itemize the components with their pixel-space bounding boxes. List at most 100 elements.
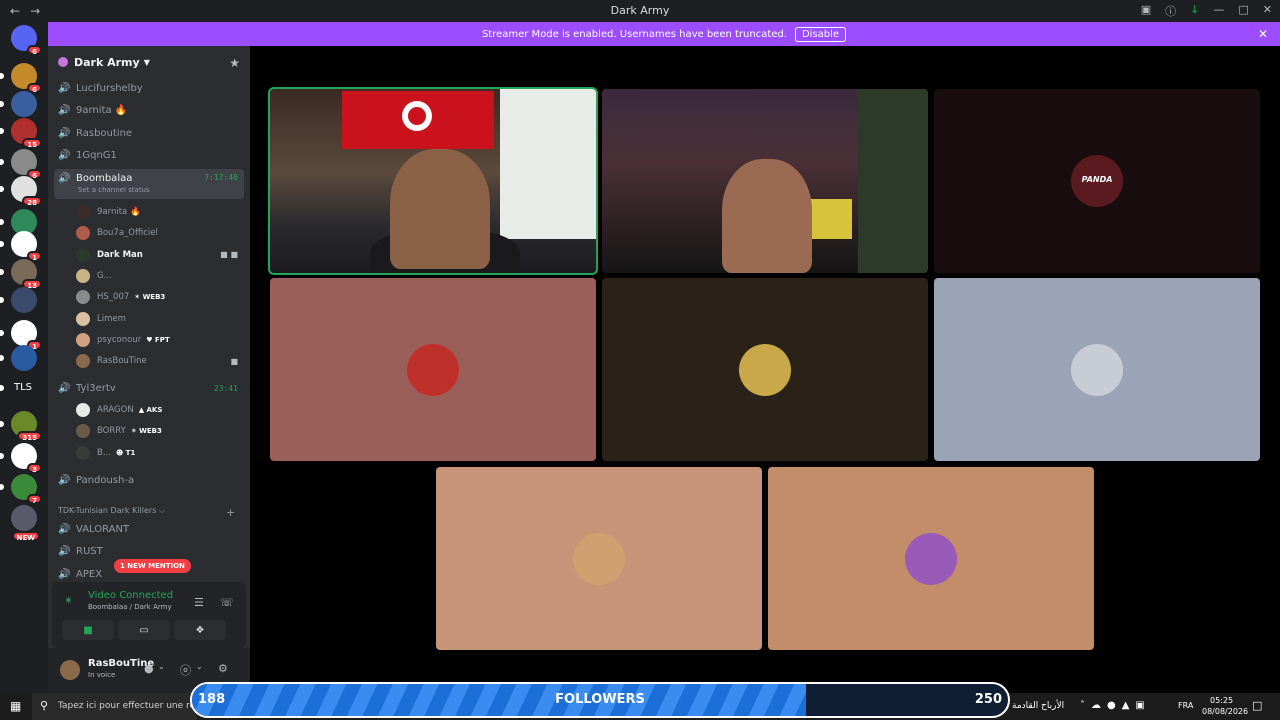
voice-user[interactable]: Limem	[76, 309, 244, 329]
avatar	[76, 247, 90, 262]
server-icon[interactable]: 3	[0, 443, 42, 474]
noise-suppression-icon[interactable]: ☰	[194, 596, 204, 609]
voice-user[interactable]: RasBouTine ■	[76, 351, 244, 371]
avatar	[905, 532, 957, 585]
voice-channel[interactable]: 🔊 Lucifurshelby	[54, 77, 244, 99]
unread-pip	[0, 385, 4, 391]
voice-channel[interactable]: 🔊 Rasboutine	[54, 122, 244, 144]
avatar	[76, 268, 90, 283]
voice-user[interactable]: B... ☻ T1	[76, 443, 244, 463]
unread-pip	[0, 128, 4, 134]
microphone-icon[interactable]: ●	[144, 662, 154, 675]
headphones-icon[interactable]: ⓞ	[180, 662, 191, 678]
screen-share-button[interactable]: ▭	[118, 620, 170, 640]
channel-name: 1GqnG1	[76, 150, 117, 161]
system-tray-icons[interactable]: ˄☁●▲▣	[1080, 700, 1151, 711]
activities-button[interactable]: ❖	[174, 620, 226, 640]
clock-date[interactable]: 08/08/2026	[1202, 707, 1248, 716]
gear-icon[interactable]: ⚙	[218, 662, 228, 675]
banner-text: Streamer Mode is enabled. Usernames have…	[481, 28, 787, 40]
clock-time[interactable]: 05:25	[1210, 696, 1233, 705]
server-icon[interactable]	[0, 91, 37, 117]
server-icon[interactable]: TLS	[0, 375, 37, 401]
maximize-icon[interactable]: □	[1238, 3, 1248, 19]
server-icon[interactable]: 13	[0, 259, 42, 290]
server-icon[interactable]	[0, 345, 37, 371]
windows-start-icon[interactable]: ▦	[10, 699, 21, 713]
soundboard-button[interactable]	[230, 620, 242, 640]
voice-user[interactable]: Bou7a_Officiel	[76, 223, 244, 243]
voice-channel[interactable]: 🔊 Tyl3ertv 23:41	[54, 377, 244, 399]
speaker-icon: 🔊	[58, 127, 71, 139]
avatar-tile[interactable]	[934, 278, 1260, 461]
avatar	[739, 343, 791, 396]
unread-pip	[0, 101, 4, 107]
category-header[interactable]: TDK-Tunisian Dark Killers ⌵ +	[58, 506, 235, 519]
server-icon[interactable]: 6	[11, 25, 42, 56]
followers-label: FOLLOWERS	[555, 692, 645, 707]
server-icon[interactable]: 1	[0, 320, 42, 351]
wall-image	[858, 89, 928, 273]
avatar-tile[interactable]: PANDA	[934, 89, 1260, 273]
minimize-icon[interactable]: —	[1213, 3, 1224, 19]
avatar-tile[interactable]	[270, 278, 596, 461]
server-icon[interactable]: NEW	[11, 505, 40, 542]
close-window-icon[interactable]: ✕	[1263, 3, 1272, 19]
voice-user[interactable]: Dark Man ■ ■	[76, 245, 244, 265]
search-input[interactable]: Tapez ici pour effectuer une re	[58, 701, 195, 711]
chevron-down-icon[interactable]: ⌄	[196, 662, 203, 671]
server-header[interactable]: Dark Army ▼ ★	[48, 46, 250, 78]
avatar	[76, 226, 90, 241]
voice-channel[interactable]: 🔊 1GqnG1	[54, 145, 244, 167]
add-member-icon[interactable]: ★	[229, 56, 240, 70]
news-widget[interactable]: الأرباح القادمة	[1012, 701, 1064, 711]
channel-status[interactable]: Set a channel status	[78, 186, 150, 194]
server-icon[interactable]: 15	[0, 118, 42, 149]
user-name: ARAGON	[97, 405, 134, 415]
video-tile[interactable]	[268, 87, 598, 275]
camera-button[interactable]: ■	[62, 620, 114, 640]
voice-user[interactable]: HS_007 ✶ WEB3	[76, 287, 244, 307]
server-initials: TLS	[14, 382, 33, 393]
server-icon[interactable]: 6	[0, 149, 42, 180]
server-icon[interactable]: 7	[0, 474, 42, 505]
voice-user[interactable]: 9arnita 🔥	[76, 202, 244, 222]
avatar-tile[interactable]	[602, 278, 928, 461]
voice-channel[interactable]: 🔊 VALORANT	[54, 518, 244, 540]
server-icon[interactable]: 6	[0, 63, 42, 94]
inbox-icon[interactable]: ▣	[1141, 3, 1151, 19]
server-icon[interactable]: 315	[0, 411, 42, 442]
video-tile[interactable]	[602, 89, 928, 273]
voice-user[interactable]: BORRY ✶ WEB3	[76, 421, 244, 441]
video-grid: PANDA	[250, 46, 1280, 693]
avatar-tile[interactable]	[768, 467, 1094, 650]
chevron-down-icon[interactable]: ⌄	[158, 662, 165, 671]
back-arrow-icon[interactable]: ←	[10, 4, 20, 18]
voice-channel[interactable]: Boombalaa / Dark Army	[88, 603, 172, 611]
voice-channel[interactable]: 🔊 9arnita 🔥	[54, 100, 244, 122]
window-title: Dark Army	[610, 4, 670, 17]
server-icon[interactable]: 28	[0, 176, 42, 207]
server-icon[interactable]: 1	[0, 231, 42, 262]
avatar	[76, 311, 90, 326]
avatar	[76, 205, 90, 219]
new-mention-pill[interactable]: 1 NEW MENTION	[114, 559, 191, 573]
voice-channel[interactable]: 🔊 Pandoush-a	[54, 469, 244, 491]
server-icon[interactable]	[0, 287, 37, 313]
voice-user[interactable]: G...	[76, 266, 244, 286]
taskbar-search[interactable]: ⚲ Tapez ici pour effectuer une re	[32, 693, 197, 720]
forward-arrow-icon[interactable]: →	[30, 4, 40, 18]
help-icon[interactable]: ⓘ	[1165, 3, 1176, 19]
notifications-icon[interactable]: □	[1252, 699, 1262, 712]
avatar-tile[interactable]	[436, 467, 762, 650]
voice-channel[interactable]: 🔊 Boombalaa 7:17:40 Set a channel status	[54, 169, 244, 199]
disconnect-icon[interactable]: ☏	[220, 596, 234, 609]
disable-button[interactable]: Disable	[794, 26, 847, 42]
voice-user[interactable]: ARAGON ▲ AKS	[76, 400, 244, 420]
voice-user[interactable]: psyconour ♥ FPT	[76, 330, 244, 350]
language-indicator[interactable]: FRA	[1178, 701, 1193, 710]
unread-pip	[0, 159, 4, 165]
close-icon[interactable]: ✕	[1258, 27, 1268, 41]
download-icon[interactable]: ↓	[1190, 3, 1199, 19]
avatar[interactable]	[60, 660, 80, 680]
